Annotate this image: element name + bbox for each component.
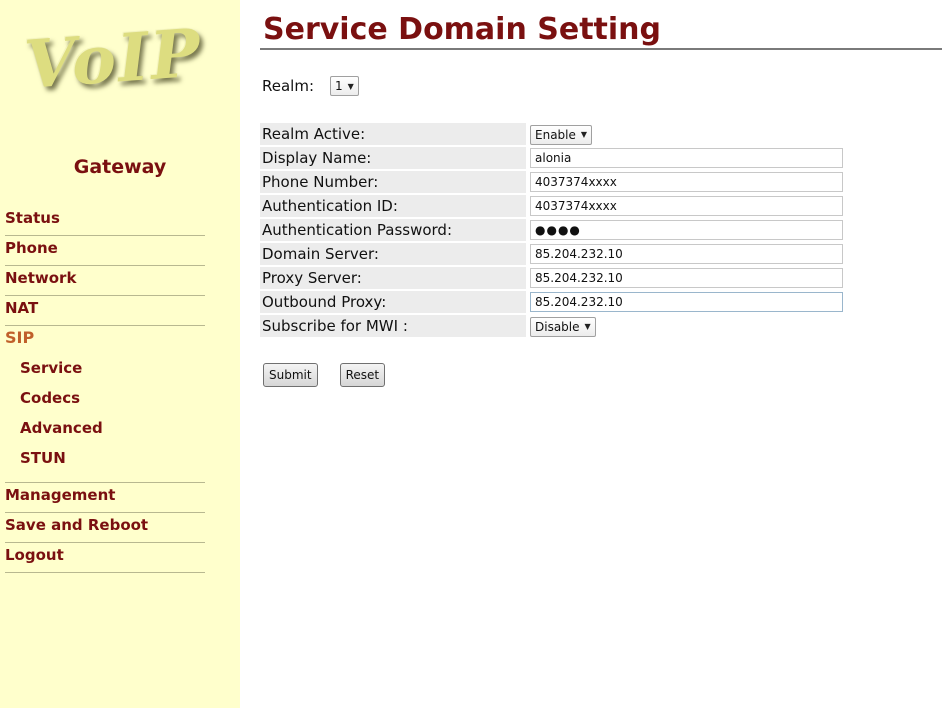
logo-text: VoIP: [22, 13, 205, 104]
nav-subitem-codecs[interactable]: Codecs: [5, 386, 205, 416]
form-row-subscribe-mwi: Subscribe for MWI : Disable ▼: [260, 315, 843, 337]
form-row-auth-id: Authentication ID: 4037374xxxx: [260, 195, 843, 217]
form-row-domain-server: Domain Server: 85.204.232.10: [260, 243, 843, 265]
nav-subitem-stun[interactable]: STUN: [5, 446, 205, 476]
outbound-proxy-input[interactable]: 85.204.232.10: [530, 292, 843, 312]
display-name-input[interactable]: alonia: [530, 148, 843, 168]
reset-button[interactable]: Reset: [339, 363, 386, 387]
realm-select[interactable]: 1 ▼: [330, 76, 359, 96]
form-row-proxy-server: Proxy Server: 85.204.232.10: [260, 267, 843, 289]
field-label: Domain Server:: [260, 243, 526, 265]
field-label: Phone Number:: [260, 171, 526, 193]
realm-select-value: 1: [335, 79, 343, 93]
title-divider: [260, 48, 942, 50]
nav-subitem-service[interactable]: Service: [5, 356, 205, 386]
form-row-realm-active: Realm Active: Enable ▼: [260, 123, 843, 145]
realm-active-value: Enable: [535, 127, 576, 142]
realm-label: Realm:: [262, 77, 315, 95]
field-label: Proxy Server:: [260, 267, 526, 289]
sidebar: VoIP Gateway Status Phone Network NAT SI…: [0, 0, 240, 708]
domain-server-input[interactable]: 85.204.232.10: [530, 244, 843, 264]
subscribe-mwi-select[interactable]: Disable ▼: [530, 316, 596, 337]
nav-item-management[interactable]: Management: [5, 483, 205, 513]
field-label: Authentication Password:: [260, 219, 526, 241]
form-row-display-name: Display Name: alonia: [260, 147, 843, 169]
submit-button[interactable]: Submit: [263, 363, 318, 387]
chevron-down-icon: ▼: [347, 81, 354, 91]
form-row-phone-number: Phone Number: 4037374xxxx: [260, 171, 843, 193]
phone-number-input[interactable]: 4037374xxxx: [530, 172, 843, 192]
field-label: Authentication ID:: [260, 195, 526, 217]
field-label: Realm Active:: [260, 123, 526, 145]
proxy-server-input[interactable]: 85.204.232.10: [530, 268, 843, 288]
form-row-outbound-proxy: Outbound Proxy: 85.204.232.10: [260, 291, 843, 313]
nav-item-network[interactable]: Network: [5, 266, 205, 296]
realm-active-select[interactable]: Enable ▼: [530, 124, 593, 145]
nav-item-save-and-reboot[interactable]: Save and Reboot: [5, 513, 205, 543]
sip-submenu: Service Codecs Advanced STUN: [5, 356, 205, 483]
sidebar-subtitle: Gateway: [73, 156, 167, 178]
nav-item-phone[interactable]: Phone: [5, 236, 205, 266]
nav-item-logout[interactable]: Logout: [5, 543, 205, 573]
field-label: Subscribe for MWI :: [260, 315, 526, 337]
chevron-down-icon: ▼: [580, 130, 588, 139]
nav-item-sip[interactable]: SIP: [5, 326, 205, 356]
auth-id-input[interactable]: 4037374xxxx: [530, 196, 843, 216]
nav-item-nat[interactable]: NAT: [5, 296, 205, 326]
page-title: Service Domain Setting: [263, 12, 662, 47]
field-label: Display Name:: [260, 147, 526, 169]
chevron-down-icon: ▼: [584, 322, 591, 331]
sip-submenu-container: Service Codecs Advanced STUN: [5, 356, 205, 483]
field-label: Outbound Proxy:: [260, 291, 526, 313]
realm-row: Realm: 1 ▼: [262, 76, 359, 96]
form-row-auth-password: Authentication Password: ●●●●: [260, 219, 843, 241]
main-content: Service Domain Setting Realm: 1 ▼ Realm …: [240, 0, 942, 708]
nav-subitem-advanced[interactable]: Advanced: [5, 416, 205, 446]
voip-logo: VoIP: [22, 14, 222, 126]
auth-password-input[interactable]: ●●●●: [530, 220, 843, 240]
service-domain-form: Realm Active: Enable ▼ Display Name: alo…: [260, 121, 843, 339]
form-buttons: Submit Reset: [263, 363, 386, 387]
nav-item-status[interactable]: Status: [5, 206, 205, 236]
nav-menu: Status Phone Network NAT SIP Service Cod…: [5, 206, 205, 573]
subscribe-mwi-value: Disable: [535, 319, 580, 334]
